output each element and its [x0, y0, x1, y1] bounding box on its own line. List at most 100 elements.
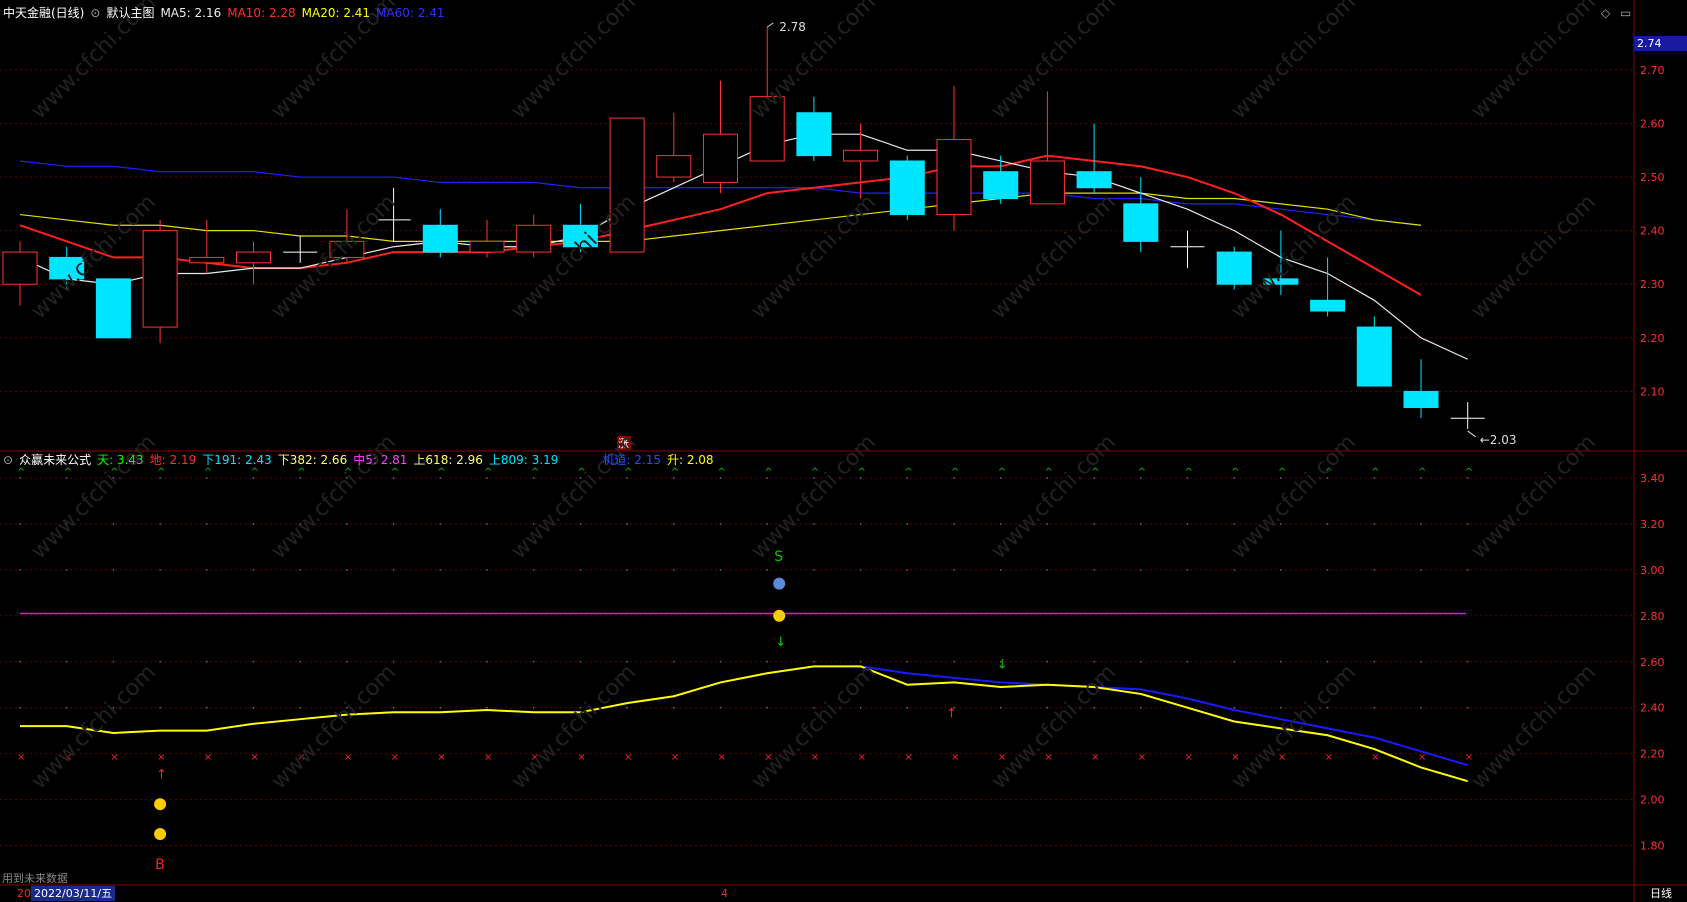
watermark: www.cfchi.com [987, 0, 1121, 124]
candle-body [422, 224, 458, 253]
watermark: www.cfchi.com [1467, 430, 1601, 564]
grid-dot [1186, 569, 1189, 571]
grid-dot [112, 660, 115, 663]
low-price-label: ←2.03 [1480, 433, 1517, 447]
grid-dot [1093, 706, 1095, 709]
di-marker: × [251, 752, 259, 763]
indicator-tick-label: 2.80 [1640, 610, 1665, 623]
watermark: www.cfchi.com [267, 430, 401, 564]
qiangshi-label: 机道: 2.15 [602, 453, 661, 467]
grid-dot [859, 523, 862, 525]
down-arrow-signal: ↓ [997, 658, 1008, 673]
grid-dot [439, 569, 442, 571]
collapse-icon[interactable]: ⊙ [90, 6, 100, 20]
grid-dot [252, 523, 255, 525]
grid-dot [813, 569, 815, 571]
grid-dot [486, 569, 488, 571]
s809-label: 上809: 3.19 [488, 453, 559, 467]
grid-dot [65, 660, 68, 663]
tian-marker: ^ [764, 467, 772, 478]
sheng-label: 升: 2.08 [666, 453, 714, 467]
grid-dot [206, 660, 208, 663]
di-marker: × [1091, 752, 1099, 763]
indicator-tick-label: 1.80 [1640, 840, 1665, 853]
grid-dot [112, 523, 115, 525]
grid-dot [1466, 660, 1469, 663]
price-tick-label: 2.20 [1640, 332, 1665, 345]
tian-marker: ^ [904, 467, 912, 478]
formula-name[interactable]: 众赢未来公式 [19, 453, 91, 467]
grid-dot [953, 660, 955, 663]
window-icon[interactable]: ▭ [1620, 6, 1631, 20]
grid-dot [1280, 706, 1282, 709]
indicator-tick-label: 3.40 [1640, 472, 1665, 485]
watermark: www.cfchi.com [1227, 660, 1361, 794]
ma60-label: MA60: 2.41 [376, 6, 445, 20]
tian-marker: ^ [17, 467, 25, 478]
future-data-note: 用到未来数据 [2, 872, 68, 885]
grid-dot [1326, 523, 1329, 525]
grid-dot [206, 569, 208, 571]
candle-body [656, 155, 692, 178]
watermark: www.cfchi.com [27, 430, 161, 564]
diamond-icon[interactable]: ◇ [1601, 6, 1610, 20]
grid-dot [392, 706, 395, 709]
grid-dot [906, 706, 909, 709]
indicator-tick-label: 2.00 [1640, 794, 1665, 807]
grid-dot [626, 523, 628, 525]
grid-dot [906, 569, 909, 571]
grid-dot [1420, 523, 1422, 525]
grid-dot [579, 523, 582, 525]
month-marker: 4 [721, 887, 728, 900]
watermark: www.cfchi.com [1467, 190, 1601, 324]
watermark: www.cfchi.com [987, 660, 1121, 794]
candle-body [1403, 390, 1439, 408]
grid-dot [19, 660, 21, 663]
grid-dot [486, 706, 488, 709]
chart-canvas: 2.702.602.502.402.302.202.102.78←2.03涨3.… [0, 0, 1687, 902]
grid-dot [532, 706, 535, 709]
grid-dot [532, 569, 535, 571]
grid-dot [953, 523, 955, 525]
watermark: www.cfchi.com [1467, 0, 1601, 124]
grid-dot [999, 569, 1002, 571]
tian-marker: ^ [531, 467, 539, 478]
di-marker: × [577, 752, 585, 763]
indicator-header: ⊙ 众赢未来公式 天: 3.43 地: 2.19 下191: 2.43 下382: 2.6… [3, 453, 720, 467]
watermark: www.cfchi.com [507, 430, 641, 564]
grid-dot [579, 569, 582, 571]
di-marker: × [858, 752, 866, 763]
di-marker: × [1044, 752, 1052, 763]
main-indicator-label[interactable]: 默认主图 [106, 6, 154, 20]
candle-body [189, 256, 225, 264]
tian-marker: ^ [624, 467, 632, 478]
grid-dot [1280, 660, 1282, 663]
di-marker: × [1231, 752, 1239, 763]
grid-dot [1373, 569, 1376, 571]
watermark: www.cfchi.com [507, 660, 641, 794]
grid-dot [65, 706, 68, 709]
grid-dot [1373, 706, 1376, 709]
collapse-icon[interactable]: ⊙ [3, 453, 13, 467]
grid-dot [392, 569, 395, 571]
indicator-tick-label: 3.20 [1640, 518, 1665, 531]
face-icon [154, 798, 167, 811]
watermark: www.cfchi.com [507, 190, 641, 324]
grid-dot [439, 660, 442, 663]
tian-marker: ^ [1371, 467, 1379, 478]
watermark: www.cfchi.com [507, 0, 641, 124]
watermark: www.cfchi.com [747, 660, 881, 794]
tian-marker: ^ [1465, 467, 1473, 478]
grid-dot [112, 569, 115, 571]
date-prefix: 20 [17, 887, 31, 900]
tian-marker: ^ [251, 467, 259, 478]
grid-dot [1093, 660, 1095, 663]
grid-dot [159, 523, 161, 525]
period-label[interactable]: 日线 [1650, 886, 1672, 901]
grid-dot [65, 569, 68, 571]
price-tick-label: 2.70 [1640, 64, 1665, 77]
grid-dot [252, 660, 255, 663]
tian-marker: ^ [1418, 467, 1426, 478]
grid-dot [206, 523, 208, 525]
grid-dot [673, 660, 675, 663]
